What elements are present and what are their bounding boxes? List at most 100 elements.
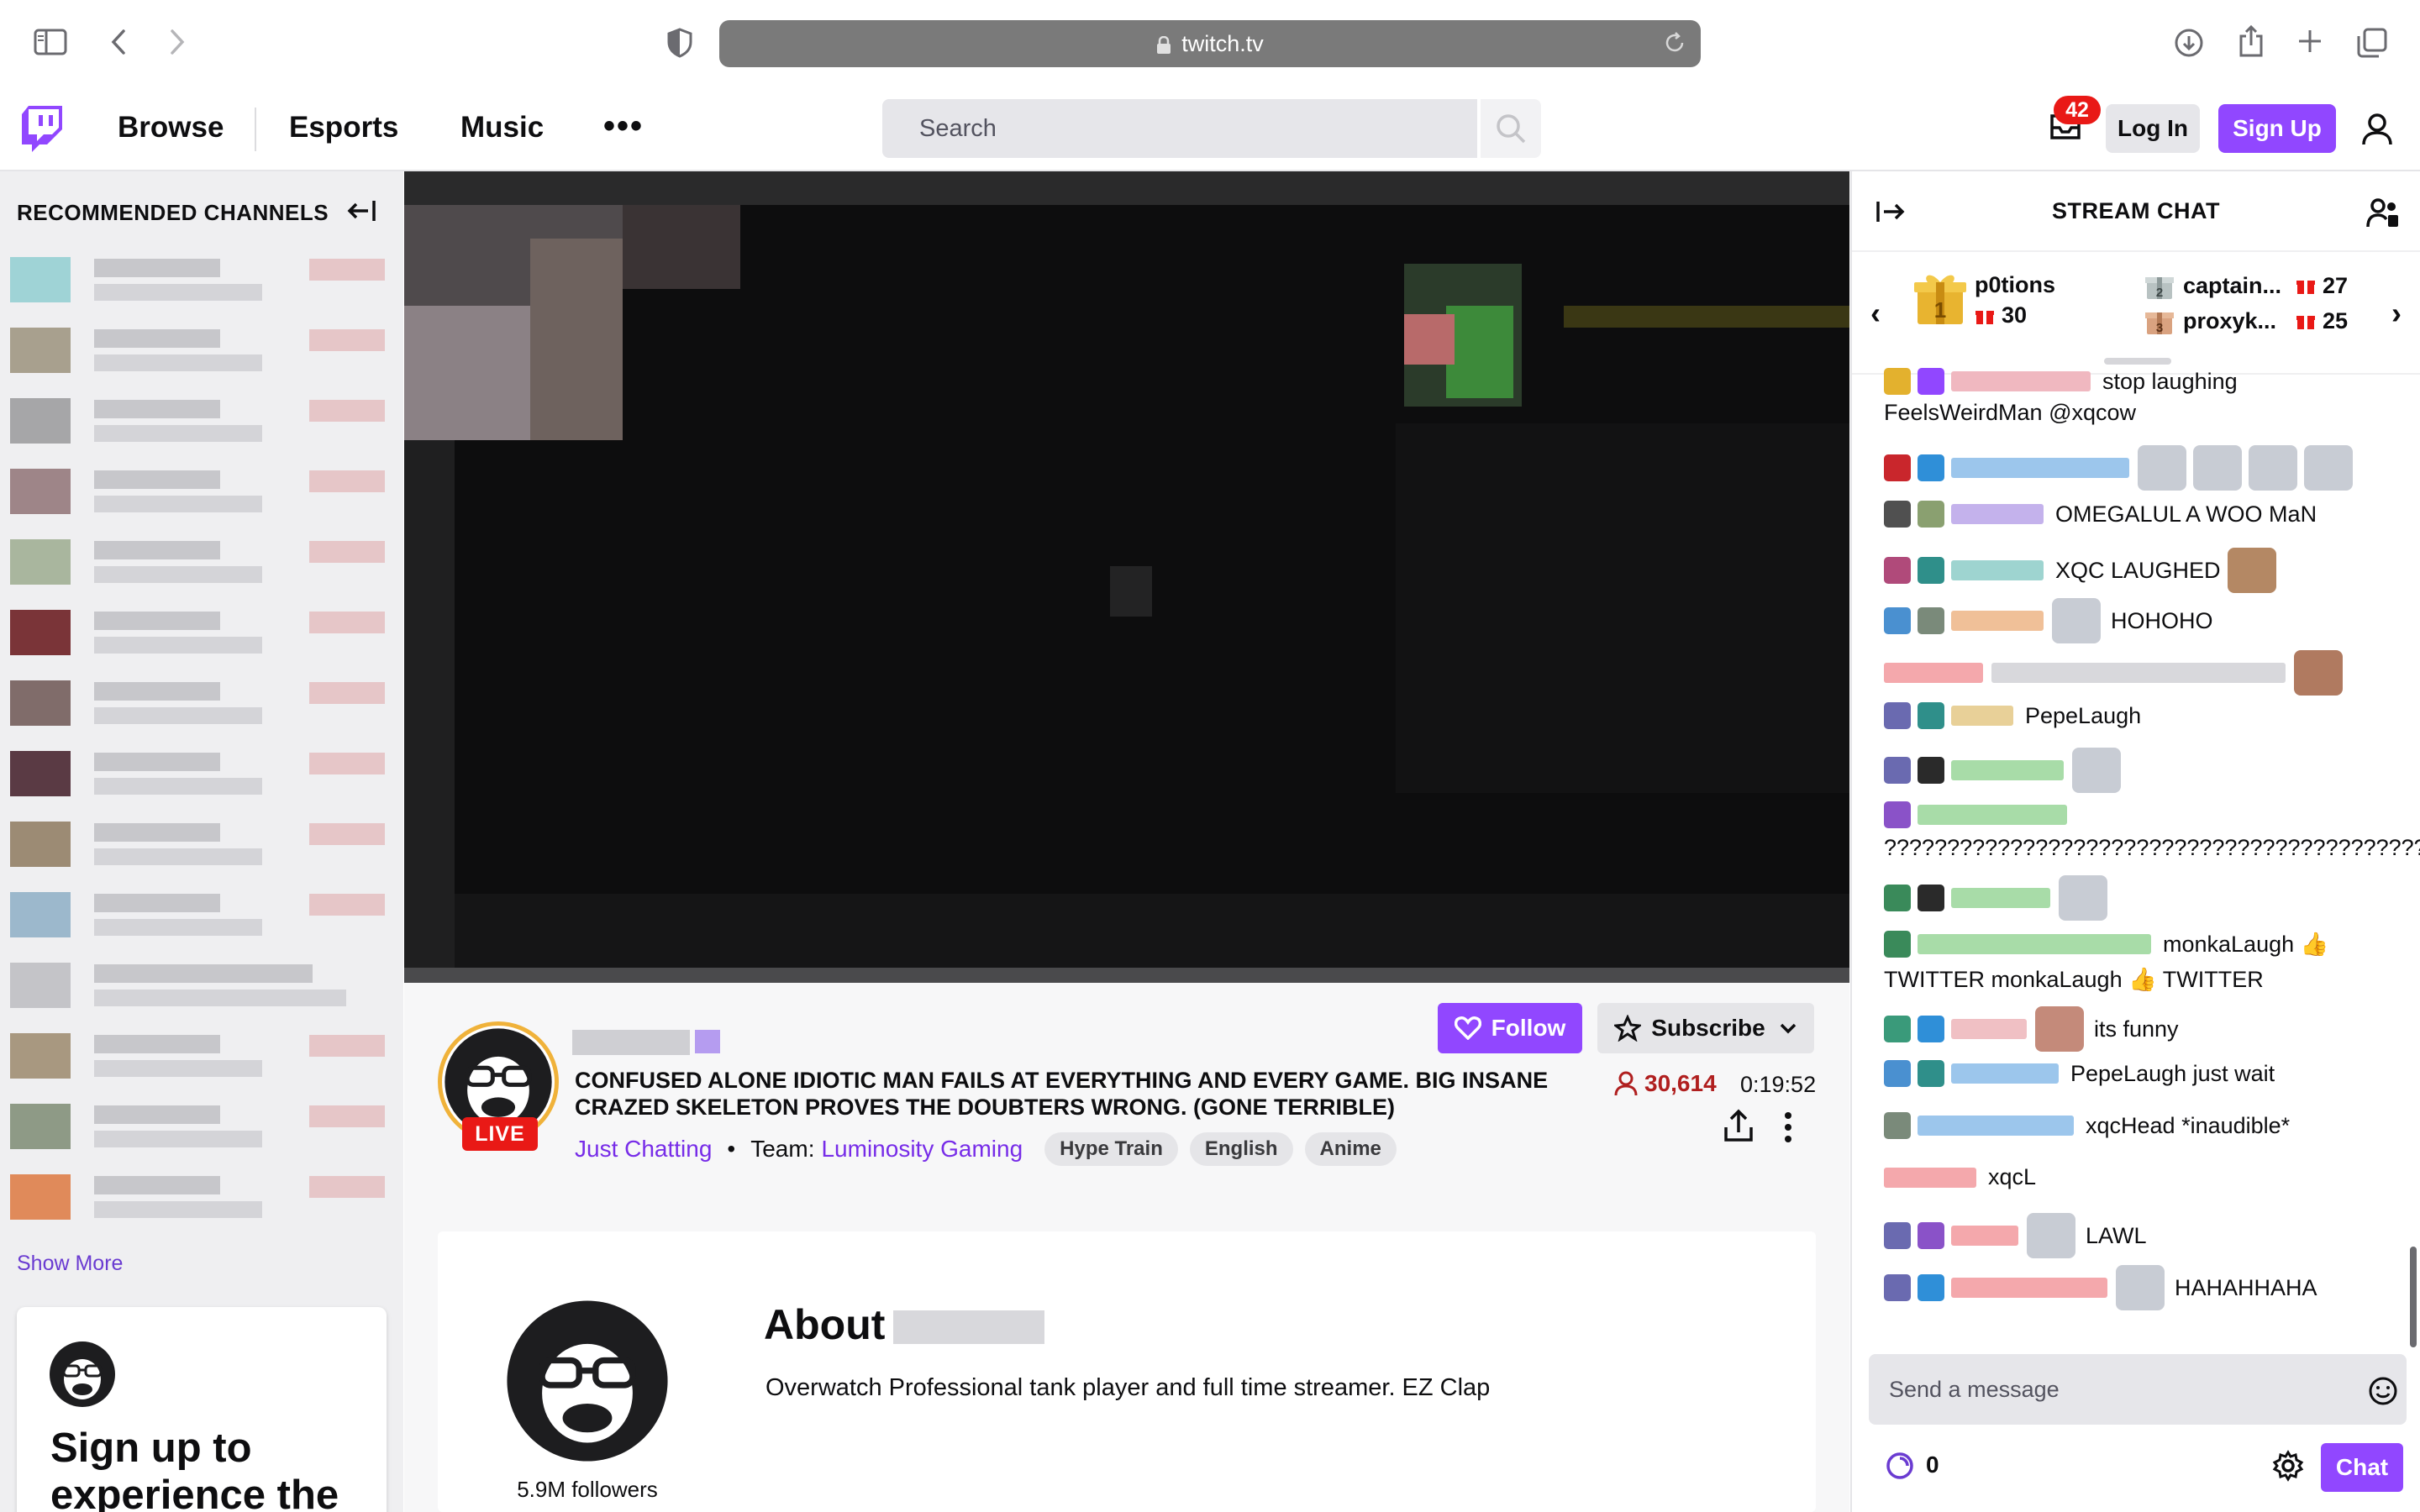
channel-avatar	[10, 469, 71, 514]
viewer-count-blurred	[309, 1176, 385, 1198]
chat-scrollbar[interactable]	[2410, 1247, 2417, 1347]
chat-username-blurred[interactable]	[1951, 504, 2044, 524]
channel-row[interactable]	[10, 677, 397, 729]
channel-row[interactable]	[10, 959, 397, 1011]
emote-picker-icon[interactable]	[2368, 1376, 2398, 1406]
login-button[interactable]: Log In	[2106, 104, 2200, 153]
team-link[interactable]: Luminosity Gaming	[821, 1136, 1023, 1163]
chat-username-blurred[interactable]	[1918, 1116, 2074, 1136]
chat-username-blurred[interactable]	[1918, 934, 2151, 954]
stream-chat-panel: STREAM CHAT ‹ 1 p0tions 30 2 captain... …	[1850, 171, 2420, 1512]
chat-username-blurred[interactable]	[1951, 760, 2064, 780]
leaderboard-third[interactable]: 3 proxyk... 25	[2144, 306, 2348, 336]
reload-icon[interactable]	[1664, 32, 1686, 60]
chat-username-blurred[interactable]	[1951, 706, 2013, 726]
channel-avatar	[10, 398, 71, 444]
channel-row[interactable]	[10, 606, 397, 659]
send-chat-button[interactable]: Chat	[2321, 1443, 2403, 1492]
gear-icon[interactable]	[2272, 1450, 2304, 1482]
channel-row[interactable]	[10, 748, 397, 800]
channel-name-blurred	[94, 1176, 220, 1194]
downloads-icon[interactable]	[2173, 27, 2205, 59]
chat-username-blurred[interactable]	[1951, 371, 2091, 391]
chat-username-blurred[interactable]	[1918, 805, 2067, 825]
channel-row[interactable]	[10, 1171, 397, 1223]
follow-button[interactable]: Follow	[1438, 1003, 1582, 1053]
show-more-link[interactable]: Show More	[17, 1252, 123, 1276]
chat-username-blurred[interactable]	[1951, 458, 2129, 478]
more-options-icon[interactable]: •••	[603, 108, 644, 145]
collapse-sidebar-icon[interactable]	[346, 198, 376, 223]
chat-message-list[interactable]: stop laughing FeelsWeirdMan @xqcow OMEGA…	[1852, 368, 2420, 1347]
chat-message	[1884, 875, 2114, 921]
chat-username-blurred[interactable]	[1951, 888, 2050, 908]
emote-image	[2227, 548, 2276, 593]
chat-username-blurred[interactable]	[1951, 1278, 2107, 1298]
viewer-count-blurred	[309, 400, 385, 422]
back-icon[interactable]	[106, 27, 131, 57]
address-bar[interactable]: twitch.tv	[719, 20, 1701, 67]
chat-username-blurred[interactable]	[1951, 1226, 2018, 1246]
chat-message-input[interactable]	[1869, 1354, 2407, 1425]
sidebar-toggle-icon[interactable]	[34, 29, 67, 55]
twitch-logo-icon[interactable]	[20, 104, 64, 153]
chat-username-blurred[interactable]	[1951, 560, 2044, 580]
channel-row[interactable]	[10, 465, 397, 517]
stream-uptime: 0:19:52	[1740, 1072, 1817, 1097]
channel-points-icon[interactable]	[1886, 1452, 1914, 1480]
nav-music-link[interactable]: Music	[460, 111, 544, 144]
gift-badge-icon	[1884, 1112, 1911, 1139]
leaderboard-prev-icon[interactable]: ‹	[1870, 296, 1881, 331]
privacy-shield-icon[interactable]	[666, 27, 694, 59]
channel-row[interactable]	[10, 889, 397, 941]
community-icon[interactable]	[2366, 197, 2400, 230]
channel-row[interactable]	[10, 818, 397, 870]
chat-username-blurred[interactable]	[1884, 663, 1983, 683]
channel-row[interactable]	[10, 324, 397, 376]
second-count-value: 27	[2323, 272, 2349, 298]
chat-username-blurred[interactable]	[1951, 1063, 2059, 1084]
share-icon[interactable]	[1723, 1109, 1754, 1142]
svg-text:3: 3	[2156, 321, 2163, 335]
new-tab-icon[interactable]	[2296, 27, 2324, 55]
tabs-overview-icon[interactable]	[2356, 27, 2388, 59]
forward-icon[interactable]	[165, 27, 190, 57]
signup-button[interactable]: Sign Up	[2218, 104, 2336, 153]
chat-username-blurred[interactable]	[1951, 1019, 2027, 1039]
chat-username-blurred[interactable]	[1884, 1167, 1976, 1188]
viewer-count-value: 30,614	[1644, 1070, 1717, 1096]
viewer-count-blurred	[309, 753, 385, 774]
nav-esports-link[interactable]: Esports	[289, 111, 398, 144]
viewer-count-blurred	[309, 259, 385, 281]
chat-message: PepeLaugh	[1884, 702, 2141, 729]
search-input[interactable]	[882, 99, 1477, 158]
browser-toolbar: twitch.tv	[0, 0, 2420, 86]
category-link[interactable]: Just Chatting	[575, 1136, 712, 1163]
leaderboard-first-name[interactable]: p0tions	[1975, 272, 2055, 298]
tag-english[interactable]: English	[1189, 1132, 1293, 1166]
tag-anime[interactable]: Anime	[1304, 1132, 1397, 1166]
crown-badge-icon	[1918, 1016, 1944, 1042]
channel-name-blurred[interactable]	[572, 1030, 690, 1055]
chat-message: ????????????????????????????????????????…	[1884, 835, 2420, 861]
user-menu-icon[interactable]	[2361, 113, 2395, 146]
channel-row[interactable]	[10, 1030, 397, 1082]
leaderboard-second[interactable]: 2 captain... 27	[2144, 270, 2348, 301]
chat-username-blurred[interactable]	[1951, 611, 2044, 631]
channel-row[interactable]	[10, 254, 397, 306]
subscribe-button[interactable]: Subscribe	[1597, 1003, 1814, 1053]
share-page-icon[interactable]	[2237, 24, 2265, 59]
channel-row[interactable]	[10, 1100, 397, 1152]
nav-browse-link[interactable]: Browse	[118, 111, 224, 144]
search-button[interactable]	[1481, 99, 1541, 158]
chat-message: FeelsWeirdMan @xqcow	[1884, 400, 2136, 426]
more-actions-icon[interactable]	[1782, 1110, 1794, 1144]
leaderboard-next-icon[interactable]: ›	[2391, 296, 2402, 331]
viewer-count-blurred	[309, 612, 385, 633]
tag-hype-train[interactable]: Hype Train	[1044, 1132, 1178, 1166]
video-player[interactable]	[404, 171, 1849, 983]
channel-row[interactable]	[10, 536, 397, 588]
third-count: 25	[2296, 308, 2348, 334]
chat-header: STREAM CHAT	[1852, 171, 2420, 252]
channel-row[interactable]	[10, 395, 397, 447]
